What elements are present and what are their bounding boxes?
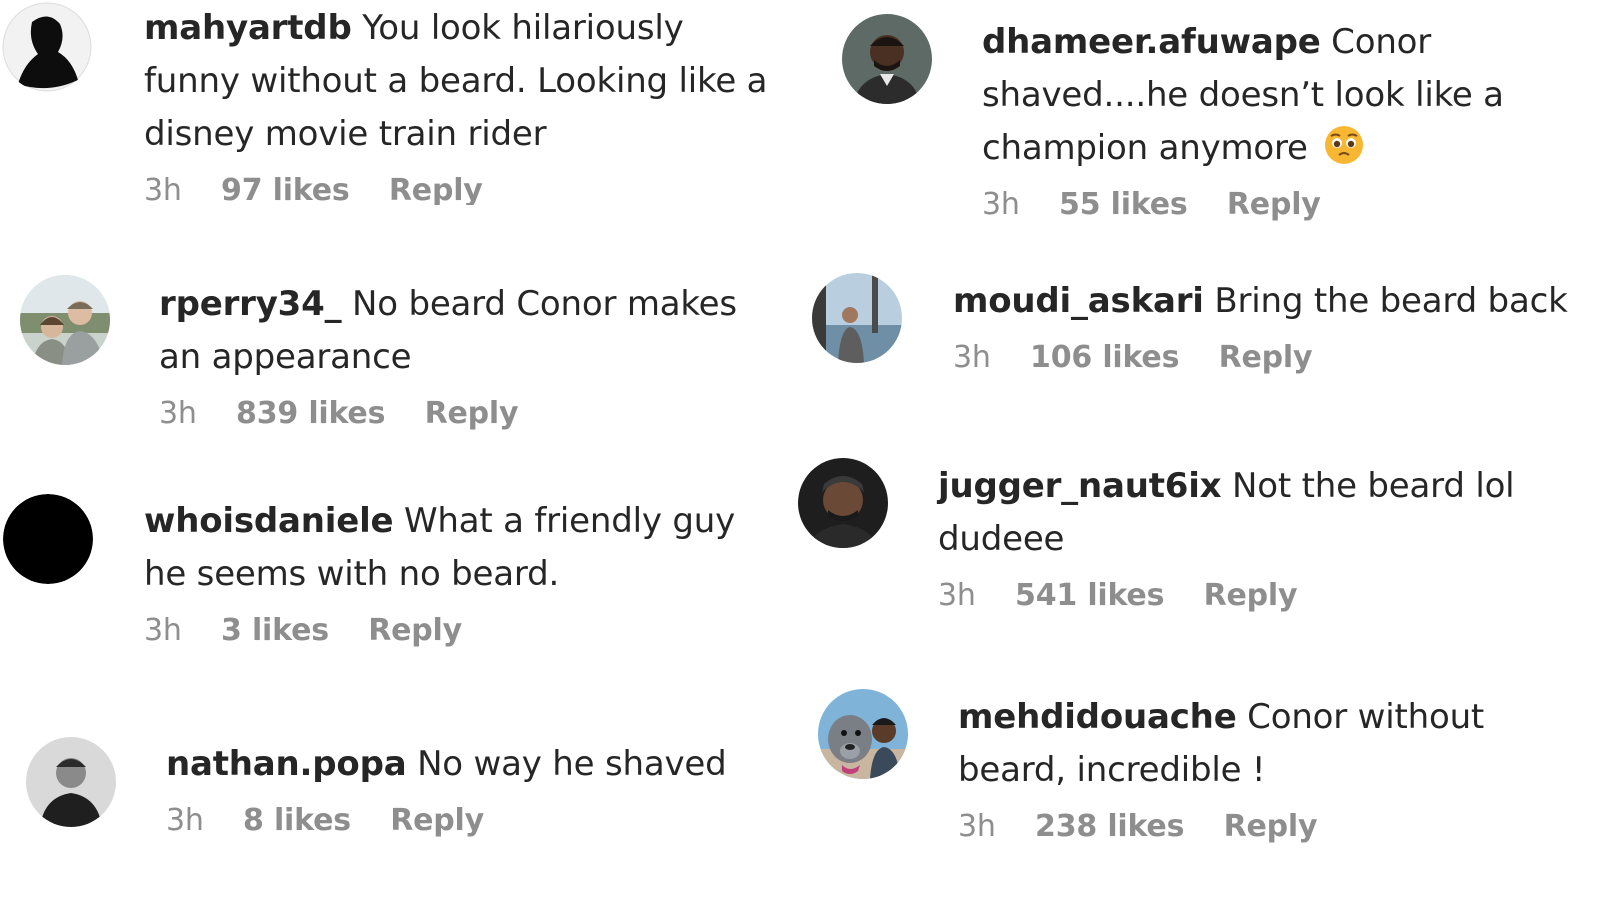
reply-button[interactable]: Reply bbox=[1224, 809, 1318, 844]
likes-count[interactable]: 55 likes bbox=[1059, 187, 1188, 222]
username-link[interactable]: dhameer.afuwape bbox=[982, 22, 1321, 62]
comment-meta: 3h 238 likes Reply bbox=[958, 807, 1558, 847]
reply-button[interactable]: Reply bbox=[1227, 187, 1321, 222]
pleading-face-emoji-icon bbox=[1324, 125, 1364, 165]
reply-button[interactable]: Reply bbox=[389, 173, 483, 205]
comment-meta: 3h 97 likes Reply bbox=[144, 171, 784, 205]
comment-meta: 3h 839 likes Reply bbox=[159, 394, 779, 434]
reply-button[interactable]: Reply bbox=[390, 803, 484, 838]
username-link[interactable]: nathan.popa bbox=[166, 744, 407, 784]
comment-text: Bring the beard back bbox=[1214, 281, 1568, 321]
timestamp: 3h bbox=[144, 173, 182, 205]
timestamp: 3h bbox=[982, 187, 1020, 222]
comment-meta: 3h 55 likes Reply bbox=[982, 185, 1552, 225]
comment-meta: 3h 3 likes Reply bbox=[144, 611, 764, 651]
comment-body: mehdidouache Conor without beard, incred… bbox=[958, 691, 1558, 847]
reply-button[interactable]: Reply bbox=[1204, 578, 1298, 613]
avatar-man-portrait-icon[interactable] bbox=[842, 14, 932, 104]
avatar-boat-photo-icon[interactable] bbox=[812, 273, 902, 363]
comment-meta: 3h 8 likes Reply bbox=[166, 801, 786, 841]
comment-meta: 3h 106 likes Reply bbox=[953, 338, 1593, 378]
avatar-black-circle-icon[interactable] bbox=[3, 494, 93, 584]
comment-body: moudi_askari Bring the beard back 3h 106… bbox=[953, 275, 1593, 378]
likes-count[interactable]: 8 likes bbox=[243, 803, 351, 838]
reply-button[interactable]: Reply bbox=[425, 396, 519, 431]
timestamp: 3h bbox=[159, 396, 197, 431]
username-link[interactable]: moudi_askari bbox=[953, 281, 1204, 321]
likes-count[interactable]: 97 likes bbox=[221, 173, 350, 205]
username-link[interactable]: jugger_naut6ix bbox=[938, 466, 1222, 506]
username-link[interactable]: mehdidouache bbox=[958, 697, 1237, 737]
likes-count[interactable]: 3 likes bbox=[221, 613, 329, 648]
reply-button[interactable]: Reply bbox=[1219, 340, 1313, 375]
likes-count[interactable]: 106 likes bbox=[1030, 340, 1179, 375]
username-link[interactable]: mahyartdb bbox=[144, 8, 352, 48]
comment-meta: 3h 541 likes Reply bbox=[938, 576, 1578, 616]
likes-count[interactable]: 541 likes bbox=[1015, 578, 1164, 613]
avatar-selfie-icon[interactable] bbox=[798, 458, 888, 548]
timestamp: 3h bbox=[953, 340, 991, 375]
comment-body: jugger_naut6ix Not the beard lol dudeee … bbox=[938, 460, 1578, 616]
comment-body: whoisdaniele What a friendly guy he seem… bbox=[144, 495, 764, 651]
avatar-portrait-icon[interactable] bbox=[26, 737, 116, 827]
likes-count[interactable]: 839 likes bbox=[236, 396, 385, 431]
username-link[interactable]: whoisdaniele bbox=[144, 501, 394, 541]
avatar-couple-icon[interactable] bbox=[20, 275, 110, 365]
likes-count[interactable]: 238 likes bbox=[1035, 809, 1184, 844]
timestamp: 3h bbox=[958, 809, 996, 844]
timestamp: 3h bbox=[938, 578, 976, 613]
reply-button[interactable]: Reply bbox=[368, 613, 462, 648]
avatar-dog-man-icon[interactable] bbox=[818, 689, 908, 779]
comment-body: mahyartdb You look hilariously funny wit… bbox=[144, 2, 784, 205]
username-link[interactable]: rperry34_ bbox=[159, 284, 342, 324]
timestamp: 3h bbox=[144, 613, 182, 648]
comment-text: No way he shaved bbox=[417, 744, 727, 784]
comment-body: rperry34_ No beard Conor makes an appear… bbox=[159, 278, 779, 434]
timestamp: 3h bbox=[166, 803, 204, 838]
avatar-silhouette-icon[interactable] bbox=[2, 2, 92, 92]
comments-screenshot: mahyartdb You look hilariously funny wit… bbox=[0, 0, 1600, 900]
comment-body: nathan.popa No way he shaved 3h 8 likes … bbox=[166, 738, 786, 841]
comment-body: dhameer.afuwape Conor shaved....he doesn… bbox=[982, 16, 1552, 225]
